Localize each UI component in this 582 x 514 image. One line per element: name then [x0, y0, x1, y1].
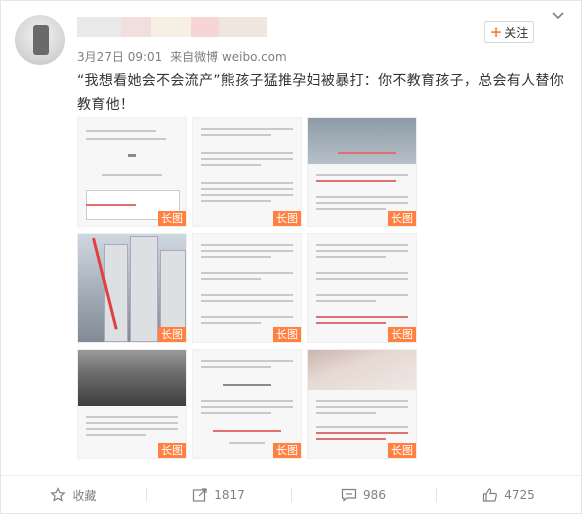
long-image-tag: 长图	[388, 443, 416, 458]
share-count: 1817	[214, 488, 245, 502]
comment-icon	[341, 488, 357, 502]
star-icon	[50, 487, 67, 502]
chevron-down-icon[interactable]	[551, 11, 565, 21]
image-thumbnail[interactable]: 长图	[77, 349, 187, 459]
post-date[interactable]: 3月27日 09:01	[77, 50, 162, 64]
image-thumbnail[interactable]: 长图	[307, 117, 417, 227]
weibo-post-card: 3月27日 09:01 来自微博 weibo.com + 关注 “我想看她会不会…	[0, 0, 582, 514]
long-image-tag: 长图	[273, 327, 301, 342]
image-grid: 长图 长图 长图 长图 长图 长图 长图 长图 长图	[77, 117, 417, 460]
post-source[interactable]: 微博 weibo.com	[194, 50, 287, 64]
image-thumbnail[interactable]: 长图	[192, 117, 302, 227]
long-image-tag: 长图	[158, 443, 186, 458]
long-image-tag: 长图	[273, 443, 301, 458]
long-image-tag: 长图	[273, 211, 301, 226]
comment-count: 986	[363, 488, 386, 502]
image-thumbnail[interactable]: 长图	[307, 349, 417, 459]
follow-button[interactable]: + 关注	[484, 21, 534, 43]
post-meta: 3月27日 09:01 来自微博 weibo.com	[77, 48, 291, 65]
share-button[interactable]: 1817	[146, 476, 291, 514]
image-thumbnail[interactable]: 长图	[192, 349, 302, 459]
image-thumbnail[interactable]: 长图	[192, 233, 302, 343]
like-button[interactable]: 4725	[436, 476, 581, 514]
source-prefix: 来自	[170, 50, 195, 64]
image-thumbnail[interactable]: 长图	[77, 117, 187, 227]
comment-button[interactable]: 986	[291, 476, 436, 514]
follow-label: 关注	[504, 25, 529, 40]
image-thumbnail[interactable]: 长图	[307, 233, 417, 343]
collect-label: 收藏	[72, 488, 97, 503]
post-text: “我想看她会不会流产”熊孩子猛推孕妇被暴打：你不教育孩子，总会有人替你教育他！	[77, 73, 565, 113]
long-image-tag: 长图	[158, 211, 186, 226]
thumbs-up-icon	[483, 488, 498, 502]
long-image-tag: 长图	[388, 211, 416, 226]
long-image-tag: 长图	[388, 327, 416, 342]
image-thumbnail[interactable]: 长图	[77, 233, 187, 343]
action-bar: 收藏 1817 986 4725	[1, 475, 581, 514]
like-count: 4725	[504, 488, 535, 502]
avatar[interactable]	[15, 15, 65, 65]
share-icon	[193, 488, 207, 502]
collect-button[interactable]: 收藏	[1, 476, 146, 514]
plus-icon: +	[489, 22, 503, 41]
username-blurred[interactable]	[77, 17, 267, 37]
long-image-tag: 长图	[158, 327, 186, 342]
